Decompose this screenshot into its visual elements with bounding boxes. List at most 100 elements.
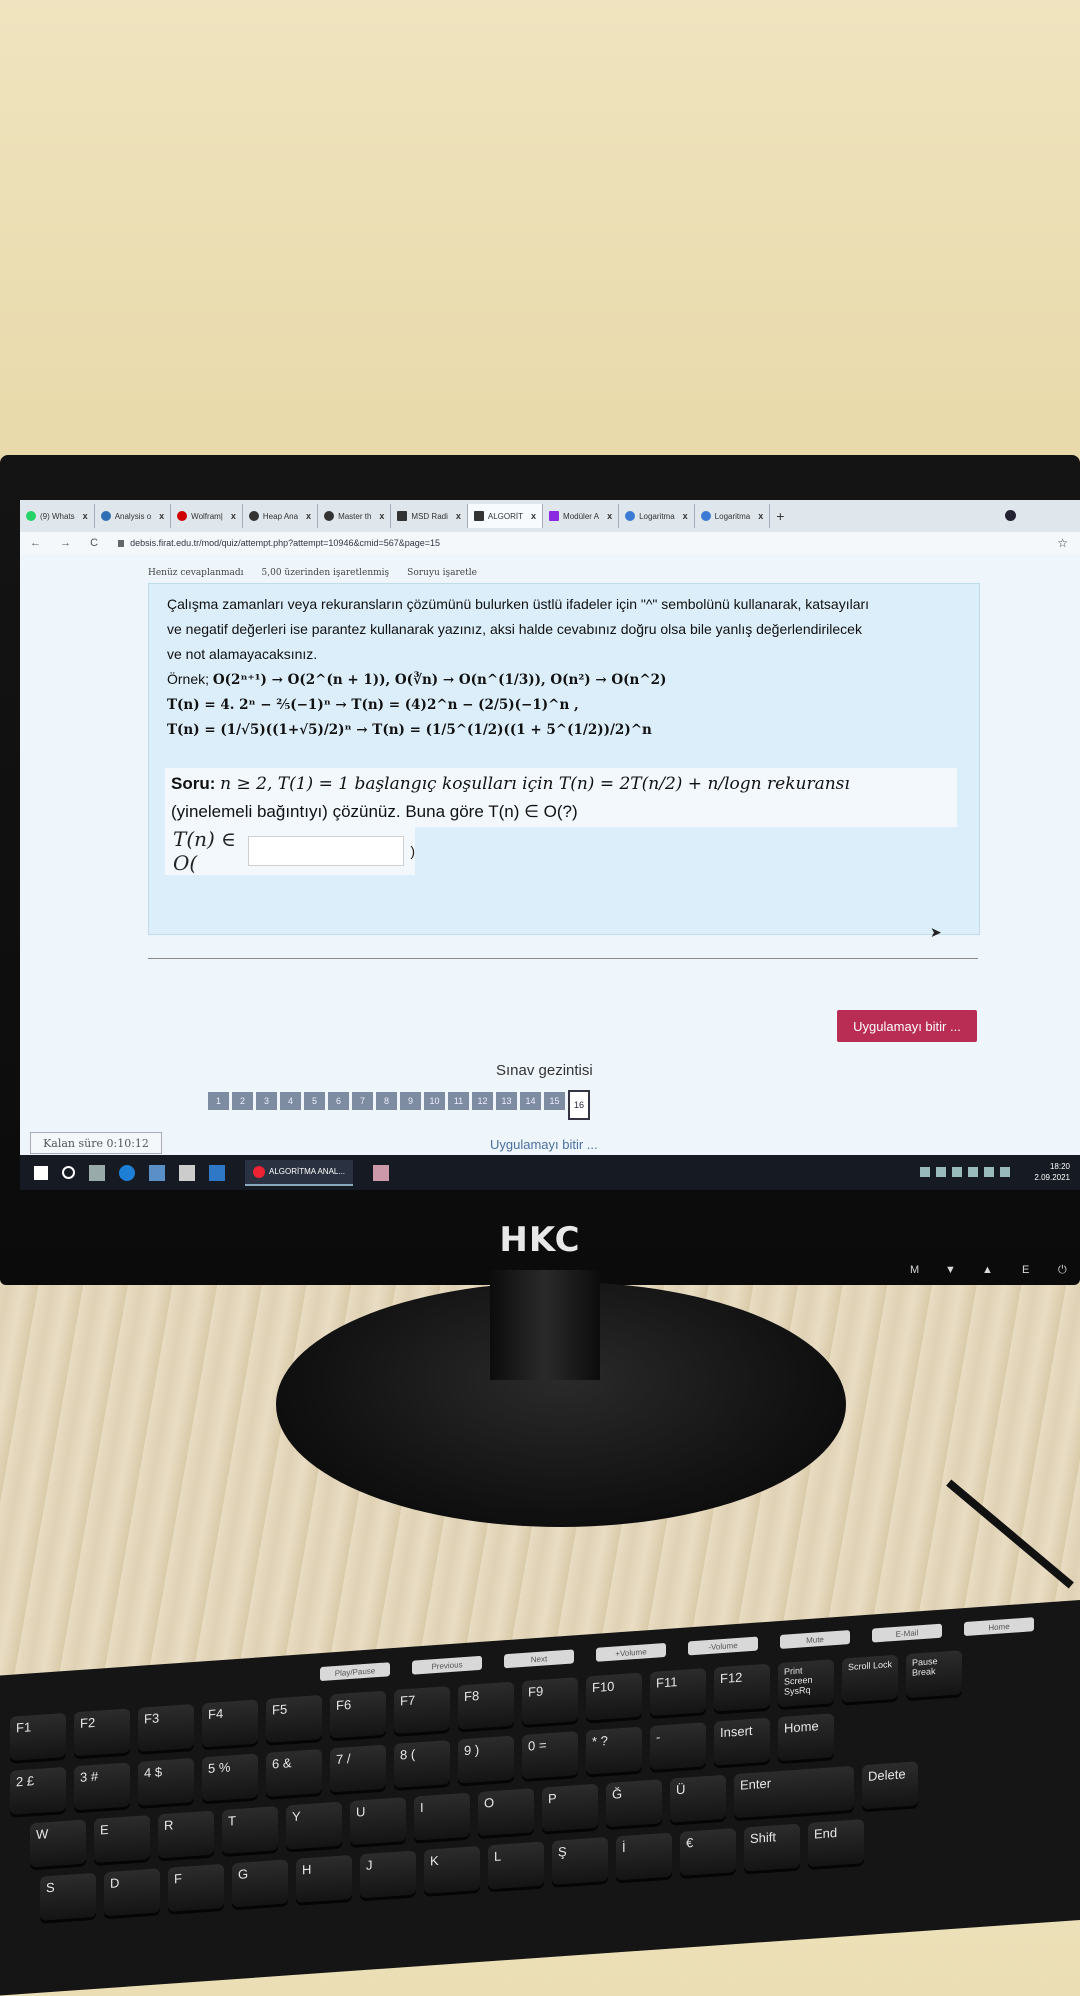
close-icon[interactable]: x: [159, 511, 164, 521]
function-key[interactable]: F7: [394, 1686, 450, 1734]
key[interactable]: Y: [286, 1801, 342, 1850]
function-key[interactable]: F2: [74, 1708, 130, 1757]
windows-start-icon[interactable]: [34, 1165, 48, 1180]
shift-key[interactable]: Shift: [744, 1823, 800, 1872]
finish-attempt-link[interactable]: Uygulamayı bitir ...: [490, 1137, 598, 1152]
close-icon[interactable]: x: [531, 511, 536, 521]
key[interactable]: P: [542, 1783, 598, 1832]
volume-icon[interactable]: [1000, 1167, 1010, 1177]
key[interactable]: 5 %: [202, 1753, 258, 1802]
key[interactable]: T: [222, 1806, 278, 1854]
function-key[interactable]: F12: [714, 1663, 770, 1712]
clock[interactable]: 18:20 2.09.2021: [1034, 1161, 1070, 1183]
quiz-page-button[interactable]: 9: [400, 1092, 421, 1110]
store-icon[interactable]: [149, 1164, 165, 1181]
quiz-page-button[interactable]: 13: [496, 1092, 517, 1110]
flag-question-link[interactable]: Soruyu işaretle: [407, 568, 477, 578]
media-key[interactable]: Home: [964, 1617, 1034, 1637]
bookmark-star-icon[interactable]: ☆: [1057, 536, 1068, 550]
key[interactable]: I: [414, 1792, 470, 1841]
key[interactable]: Ü: [670, 1774, 726, 1823]
quiz-page-button[interactable]: 12: [472, 1092, 493, 1110]
taskbar-app-icon[interactable]: [373, 1164, 390, 1181]
browser-tab-active[interactable]: ALGORİT x: [467, 504, 544, 528]
enter-key[interactable]: Enter: [734, 1765, 854, 1819]
key[interactable]: 0 =: [522, 1731, 578, 1780]
euro-key[interactable]: €: [680, 1828, 736, 1876]
tray-icon[interactable]: [984, 1167, 994, 1177]
browser-tab[interactable]: Modüler A x: [543, 504, 620, 528]
media-key[interactable]: Mute: [780, 1630, 850, 1649]
quiz-page-button-current[interactable]: 16: [568, 1090, 590, 1120]
quiz-page-button[interactable]: 2: [232, 1092, 253, 1110]
finish-attempt-button[interactable]: Uygulamayı bitir ...: [837, 1010, 977, 1042]
key[interactable]: J: [360, 1850, 416, 1899]
quiz-page-button[interactable]: 4: [280, 1092, 301, 1110]
key[interactable]: D: [104, 1868, 160, 1917]
tray-icon[interactable]: [952, 1167, 962, 1177]
quiz-page-button[interactable]: 11: [448, 1092, 469, 1110]
quiz-page-button[interactable]: 15: [544, 1092, 565, 1110]
key[interactable]: * ?: [586, 1726, 642, 1775]
key[interactable]: Ş: [552, 1837, 608, 1885]
osd-enter-button[interactable]: E: [1022, 1264, 1029, 1276]
function-key[interactable]: F4: [202, 1699, 258, 1748]
end-key[interactable]: End: [808, 1819, 864, 1868]
url-field[interactable]: debsis.firat.edu.tr/mod/quiz/attempt.php…: [130, 538, 440, 548]
mail-icon[interactable]: [209, 1164, 225, 1181]
close-icon[interactable]: x: [83, 511, 88, 521]
function-key[interactable]: F3: [138, 1703, 194, 1752]
browser-tab[interactable]: Analysis o x: [95, 504, 172, 528]
browser-tab[interactable]: Master th x: [318, 504, 392, 528]
function-key[interactable]: F5: [266, 1695, 322, 1743]
pause-break-key[interactable]: Pause Break: [906, 1650, 962, 1699]
key[interactable]: R: [158, 1810, 214, 1859]
print-screen-key[interactable]: Print Screen SysRq: [778, 1659, 834, 1708]
lock-app-icon[interactable]: [179, 1164, 195, 1181]
key[interactable]: 7 /: [330, 1744, 386, 1793]
function-key[interactable]: F10: [586, 1672, 642, 1721]
quiz-page-button[interactable]: 10: [424, 1092, 445, 1110]
close-icon[interactable]: x: [607, 511, 612, 521]
tray-icon[interactable]: [936, 1167, 946, 1177]
key[interactable]: K: [424, 1845, 480, 1894]
osd-up-button[interactable]: ▲: [982, 1264, 993, 1276]
key[interactable]: İ: [616, 1832, 672, 1881]
key[interactable]: S: [40, 1872, 96, 1921]
scroll-lock-key[interactable]: Scroll Lock: [842, 1654, 898, 1703]
new-tab-button[interactable]: +: [776, 508, 784, 524]
key[interactable]: H: [296, 1854, 352, 1903]
key[interactable]: 4 $: [138, 1757, 194, 1806]
browser-tab[interactable]: MSD Radi x: [391, 504, 468, 528]
delete-key[interactable]: Delete: [862, 1761, 918, 1810]
key[interactable]: 9 ): [458, 1735, 514, 1784]
tray-icon[interactable]: [920, 1167, 930, 1177]
media-key[interactable]: Previous: [412, 1655, 482, 1675]
profile-icon[interactable]: [1005, 510, 1016, 521]
close-icon[interactable]: x: [231, 511, 236, 521]
browser-tab[interactable]: Logaritma x: [695, 504, 771, 528]
media-key[interactable]: Play/Pause: [320, 1662, 390, 1682]
key[interactable]: 3 #: [74, 1762, 130, 1811]
key[interactable]: U: [350, 1797, 406, 1846]
key[interactable]: O: [478, 1788, 534, 1837]
key[interactable]: G: [232, 1859, 288, 1908]
quiz-page-button[interactable]: 14: [520, 1092, 541, 1110]
close-icon[interactable]: x: [456, 511, 461, 521]
search-icon[interactable]: [62, 1166, 75, 1179]
close-icon[interactable]: x: [758, 511, 763, 521]
key[interactable]: W: [30, 1819, 86, 1868]
function-key[interactable]: F1: [10, 1712, 66, 1761]
browser-tab[interactable]: Logaritma x: [619, 504, 695, 528]
key[interactable]: F: [168, 1863, 224, 1912]
media-key[interactable]: +Volume: [596, 1642, 666, 1662]
quiz-page-button[interactable]: 3: [256, 1092, 277, 1110]
function-key[interactable]: F11: [650, 1668, 706, 1717]
media-key[interactable]: Next: [504, 1649, 574, 1669]
browser-tab[interactable]: Wolfram| x: [171, 504, 243, 528]
tray-icon[interactable]: [968, 1167, 978, 1177]
key[interactable]: 2 £: [10, 1766, 66, 1815]
task-view-icon[interactable]: [89, 1164, 105, 1181]
nav-buttons[interactable]: ← → C: [30, 537, 106, 549]
quiz-page-button[interactable]: 7: [352, 1092, 373, 1110]
